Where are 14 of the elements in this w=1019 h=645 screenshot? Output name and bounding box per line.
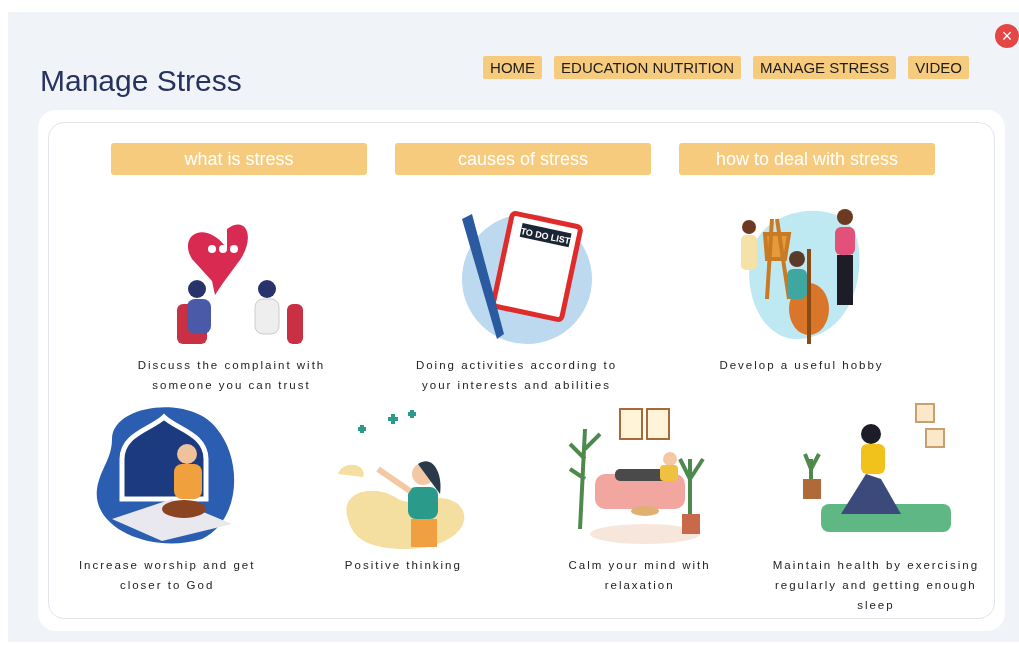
nav-button[interactable]: VIDEO [908, 56, 969, 79]
tip-caption: Discuss the complaint with someone you can trust [136, 358, 327, 393]
tip-caption: Doing activities according to your interests and abilities [414, 358, 619, 393]
nav-button[interactable]: HOME [483, 56, 543, 79]
tip-caption: Positive thinking [344, 558, 462, 573]
tip-caption: Develop a useful hobby [719, 358, 884, 373]
tip-caption: Increase worship and get closer to God [77, 558, 257, 593]
tip-caption: Maintain health by exercising regularly and getting enough sleep [771, 558, 981, 613]
nav-button[interactable]: MANAGE STRESS [753, 56, 897, 79]
page-title: Manage Stress [40, 63, 242, 98]
nav-button[interactable]: EDUCATION NUTRITION [554, 56, 742, 79]
todo-heading: TO DO LIST [519, 225, 571, 247]
tip-caption: Calm your mind with relaxation [567, 558, 712, 593]
close-button[interactable]: × [995, 24, 1019, 48]
